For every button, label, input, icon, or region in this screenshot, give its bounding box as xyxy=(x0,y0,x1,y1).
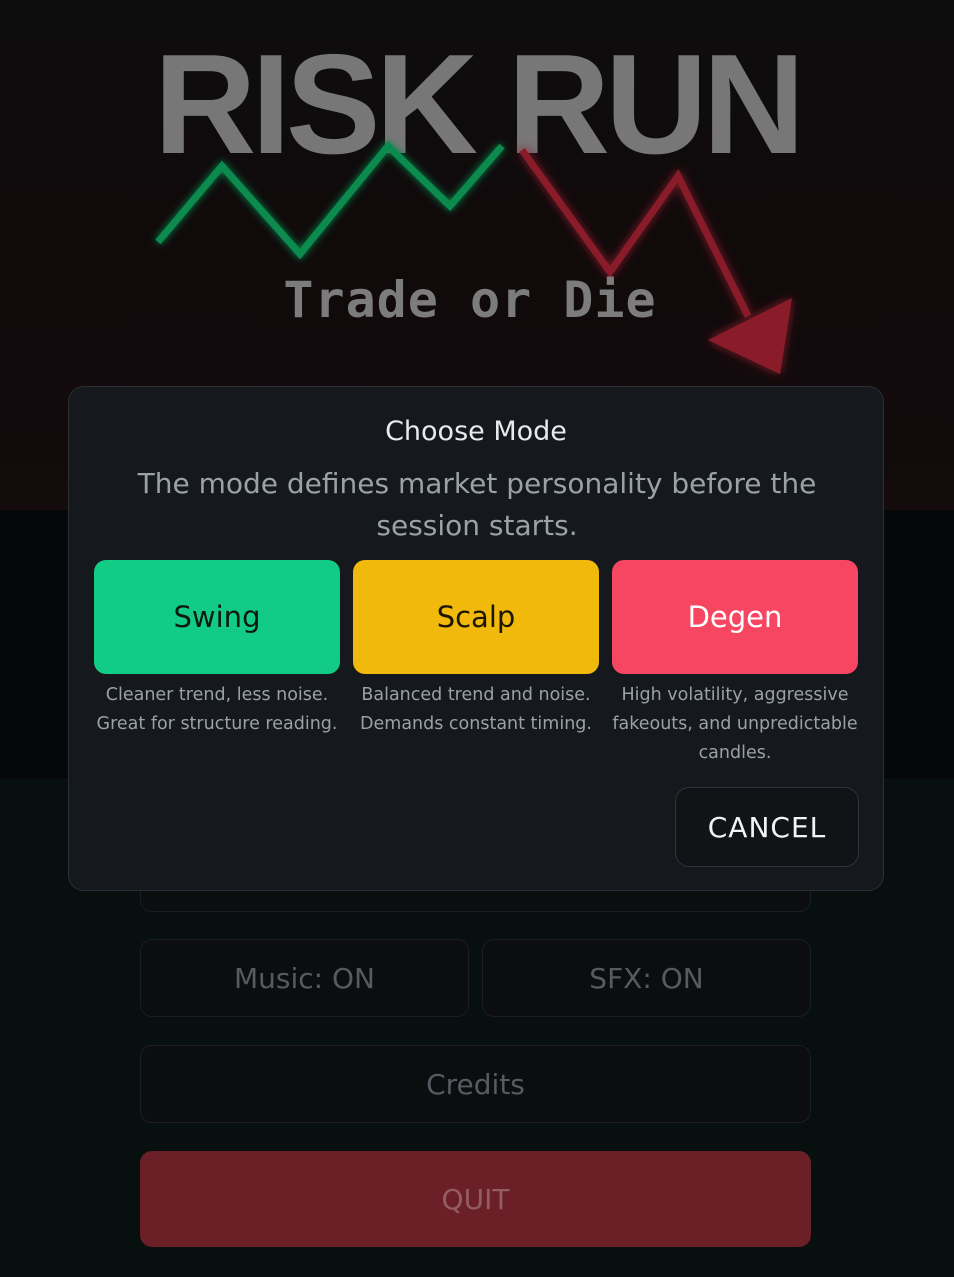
scalp-mode-button[interactable]: Scalp xyxy=(353,560,599,674)
swing-mode-description: Cleaner trend, less noise. Great for str… xyxy=(96,685,338,734)
quit-button[interactable]: QUIT xyxy=(140,1151,811,1247)
dialog-description: The mode defines market personality befo… xyxy=(137,467,817,542)
cancel-button[interactable]: CANCEL xyxy=(675,787,859,867)
swing-mode-button[interactable]: Swing xyxy=(94,560,340,674)
music-toggle-button[interactable]: Music: ON xyxy=(140,939,469,1017)
price-chart-graphic xyxy=(155,140,792,374)
dialog-title: Choose Mode xyxy=(385,416,567,447)
credits-button[interactable]: Credits xyxy=(140,1045,811,1123)
choose-mode-dialog: Choose Mode The mode defines market pers… xyxy=(68,386,884,891)
degen-mode-description: High volatility, aggressive fakeouts, an… xyxy=(612,685,858,763)
degen-mode-button[interactable]: Degen xyxy=(612,560,858,674)
uptrend-line xyxy=(155,140,505,260)
scalp-mode-description: Balanced trend and noise. Demands consta… xyxy=(360,685,592,734)
game-tagline: Trade or Die xyxy=(283,271,657,329)
sfx-toggle-button[interactable]: SFX: ON xyxy=(482,939,811,1017)
